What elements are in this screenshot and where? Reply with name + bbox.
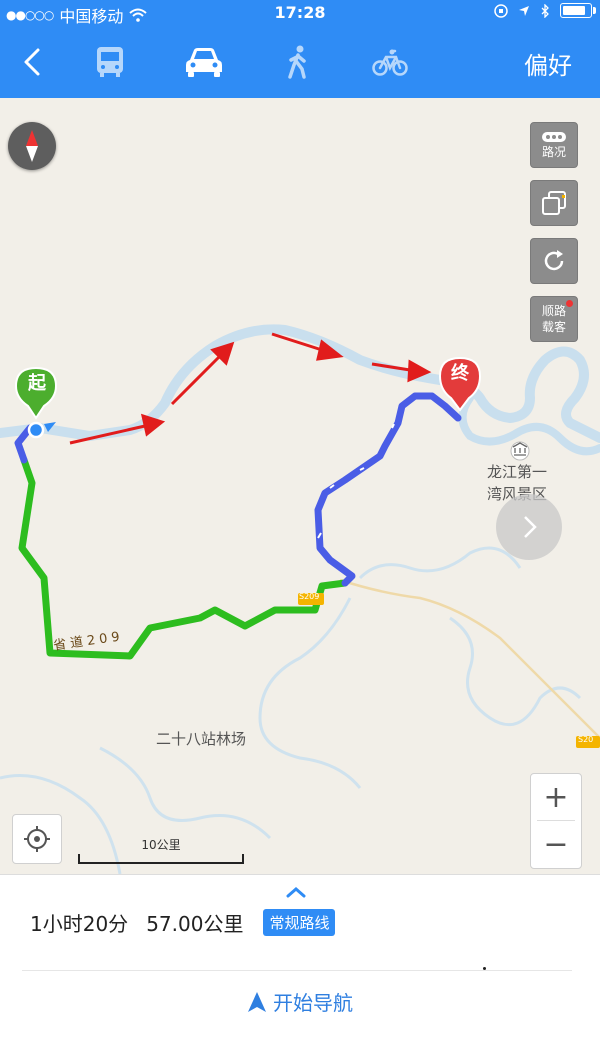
scale-line — [78, 854, 244, 864]
traffic-icon — [541, 131, 567, 143]
road-badge-right-label: S20 — [578, 734, 593, 746]
zoom-in-button[interactable]: + — [531, 774, 581, 820]
orientation-lock-icon — [494, 4, 508, 18]
start-navigation-button[interactable]: 开始导航 — [0, 987, 600, 1016]
zoom-out-button[interactable]: − — [531, 821, 581, 867]
status-bar: ●●○○○ 中国移动 17:28 — [0, 0, 600, 26]
traffic-button[interactable]: 路况 — [530, 122, 578, 168]
scenic-area-icon — [511, 442, 529, 460]
mode-bike-button[interactable] — [368, 44, 412, 80]
forest-farm-label: 二十八站林场 — [156, 728, 246, 750]
provincial-road — [340, 580, 600, 738]
route-distance: 57.00公里 — [146, 908, 243, 937]
walk-icon — [284, 45, 312, 79]
chevron-left-icon — [18, 44, 48, 80]
route-tag: 常规路线 — [263, 909, 335, 936]
panel-divider — [22, 970, 572, 971]
mode-walk-button[interactable] — [276, 44, 320, 80]
refresh-icon — [541, 248, 567, 274]
mode-car-button[interactable] — [182, 44, 226, 80]
mode-bus-button[interactable] — [88, 44, 132, 80]
start-navigation-label: 开始导航 — [273, 987, 353, 1016]
refresh-button[interactable] — [530, 238, 578, 284]
compass-south-needle — [26, 146, 38, 162]
route-segment-green — [22, 460, 345, 656]
layers-icon — [540, 189, 568, 217]
route-summary[interactable]: 1小时20分 57.00公里 常规路线 — [30, 908, 335, 937]
road-badge-label: S209 — [299, 591, 319, 603]
route-segment-blue — [18, 396, 458, 583]
start-marker-label: 起 — [28, 373, 46, 395]
river-small-2 — [260, 598, 360, 788]
river-main — [0, 329, 600, 438]
end-marker-label: 终 — [451, 363, 469, 385]
route-duration: 1小时20分 — [30, 908, 128, 937]
notification-dot — [566, 300, 573, 307]
bike-icon — [372, 47, 408, 77]
preference-button[interactable]: 偏好 — [524, 46, 572, 81]
bluetooth-icon — [540, 4, 550, 18]
route-blue-arrows — [318, 424, 394, 538]
status-right — [494, 3, 592, 18]
location-arrow-icon — [518, 5, 530, 17]
navigation-arrow-icon — [247, 991, 267, 1013]
compass-button[interactable] — [8, 122, 56, 170]
river-small-1 — [360, 548, 520, 578]
poi-label-line-1: 龙江第一 — [487, 461, 547, 483]
chevron-right-icon — [519, 513, 539, 541]
crosshair-icon — [23, 825, 51, 853]
locate-button[interactable] — [12, 814, 62, 864]
current-location-dot — [29, 423, 43, 437]
scale-bar: 10公里 — [78, 836, 244, 864]
battery-icon — [560, 3, 592, 18]
compass-north-needle — [26, 130, 38, 146]
expand-chevron-icon[interactable] — [285, 885, 307, 899]
carpool-label-1: 顺路 — [542, 303, 566, 319]
zoom-control: + − — [530, 773, 582, 869]
carpool-button[interactable]: 顺路 载客 — [530, 296, 578, 342]
panel-dot — [483, 967, 486, 970]
bus-icon — [94, 45, 126, 79]
river-small-4 — [450, 618, 580, 725]
car-icon — [184, 46, 224, 78]
route-panel: 1小时20分 57.00公里 常规路线 开始导航 — [0, 874, 600, 1055]
next-route-button[interactable] — [496, 494, 562, 560]
carpool-label-2: 载客 — [542, 319, 566, 335]
route-mode-bar: 偏好 — [0, 26, 600, 98]
map-view[interactable]: 起 终 龙江第一 湾风景区 二十八站林场 省道209 S209 S20 路况 顺… — [0, 98, 600, 874]
battery-fill — [563, 6, 585, 15]
back-button[interactable] — [18, 44, 48, 80]
traffic-label: 路况 — [542, 143, 566, 160]
layers-button[interactable] — [530, 180, 578, 226]
scale-label: 10公里 — [78, 836, 244, 853]
